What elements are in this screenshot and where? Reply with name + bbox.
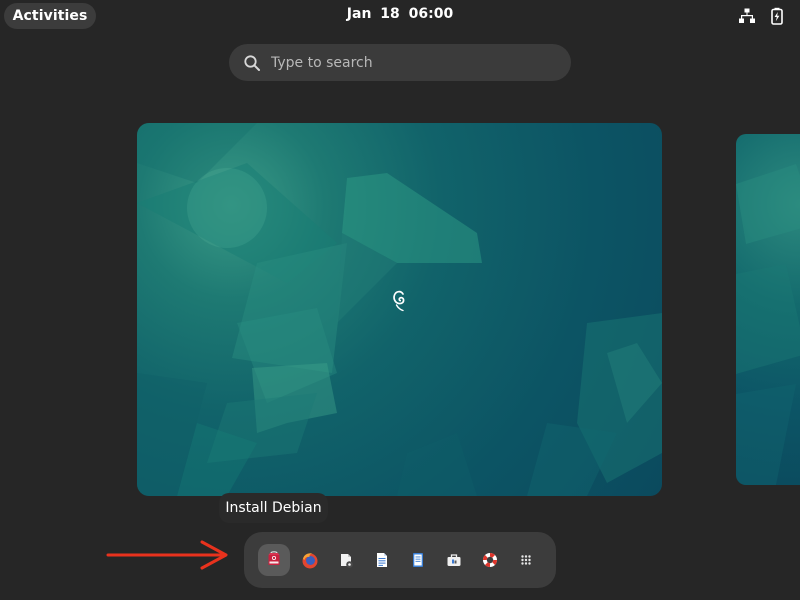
clock[interactable]: Jan 18 06:00 [340,6,460,22]
top-bar: Activities Jan 18 06:00 [0,0,800,32]
dash-item-text-editor[interactable] [366,544,398,576]
dash-item-notes[interactable] [402,544,434,576]
dash-item-help[interactable] [474,544,506,576]
software-icon [341,554,353,568]
help-lifebuoy-icon [482,552,498,568]
system-status-area[interactable] [738,7,786,25]
search-bar[interactable] [229,44,571,81]
app-grid-icon [521,555,531,565]
dash-item-install-debian[interactable] [258,544,290,576]
wallpaper [736,164,800,485]
dash-item-software[interactable] [330,544,362,576]
notes-icon [413,553,423,567]
dash-item-firefox[interactable] [294,544,326,576]
app-tooltip: Install Debian [219,493,328,523]
debian-logo-icon [393,290,405,312]
document-icon [377,553,387,567]
battery-icon[interactable] [768,7,786,25]
dash-item-tools[interactable] [438,544,470,576]
network-wired-icon[interactable] [738,7,756,25]
activities-button[interactable]: Activities [4,3,96,29]
show-apps-button[interactable] [510,544,542,576]
toolbox-icon [447,554,461,566]
search-icon [244,54,260,71]
gnome-overview: Activities Jan 18 06:00 Type to search I… [0,0,800,600]
red-arrow-icon [106,540,228,570]
dash [244,532,556,588]
workspace-thumbnail-next[interactable] [736,134,800,485]
firefox-icon [302,553,318,569]
installer-icon [268,551,280,565]
search-input[interactable] [271,54,541,71]
